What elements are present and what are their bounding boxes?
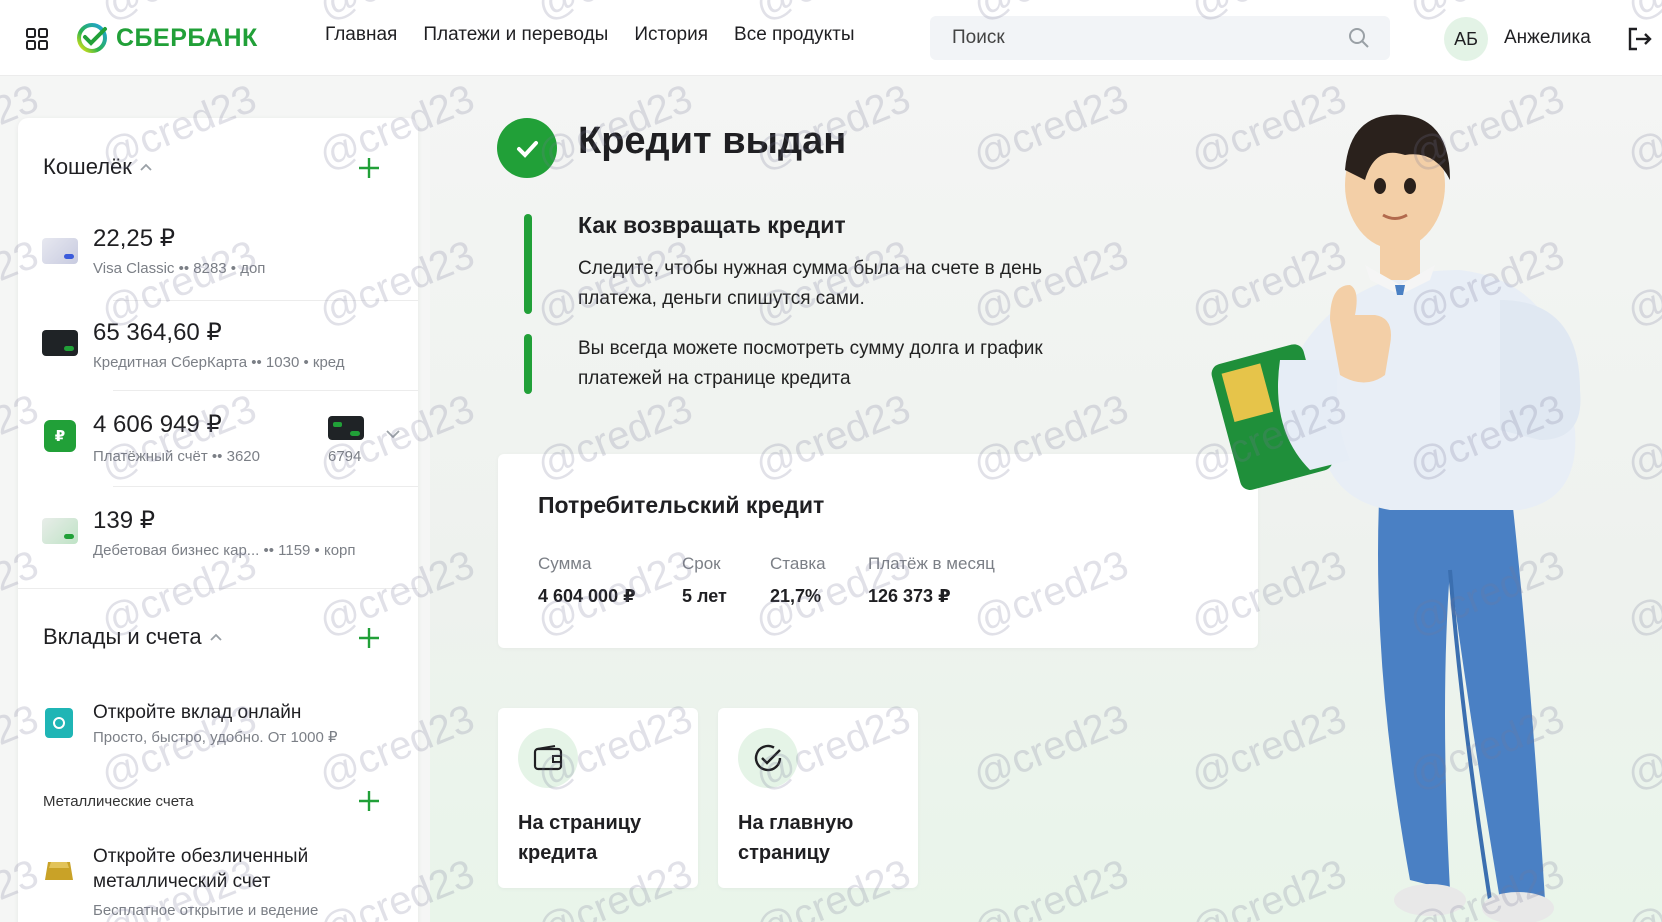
search-input[interactable] <box>930 16 1350 60</box>
repay-title: Как возвращать кредит <box>578 212 846 238</box>
card-black-icon <box>42 330 78 356</box>
section-divider <box>18 588 418 589</box>
deposits-title: Вклады и счета <box>43 624 202 649</box>
nav-main[interactable]: Главная <box>325 24 397 46</box>
divider <box>113 486 418 487</box>
check-circle-icon <box>738 728 798 788</box>
divider <box>113 300 418 301</box>
nav-payments[interactable]: Платежи и переводы <box>423 24 608 46</box>
account-subtitle: Visa Classic •• 8283 • доп <box>93 260 266 277</box>
nav-all-products[interactable]: Все продукты <box>734 24 855 46</box>
account-subtitle: Кредитная СберКарта •• 1030 • кред <box>93 354 345 371</box>
deposits-header[interactable]: Вклады и счета <box>43 624 222 650</box>
metal-promo-subtitle: Бесплатное открытие и ведение <box>93 902 319 919</box>
metal-accounts-label: Металлические счета <box>43 793 194 810</box>
linked-card-icon[interactable] <box>328 416 364 440</box>
account-subtitle: Платёжный счёт •• 3620 <box>93 448 260 465</box>
step-indicator <box>524 334 532 394</box>
character-illustration <box>1211 114 1581 922</box>
top-header: СБЕРБАНК Главная Платежи и переводы Исто… <box>0 0 1662 76</box>
step-indicator <box>524 214 532 314</box>
wallet-title: Кошелёк <box>43 154 132 179</box>
avatar[interactable]: АБ <box>1444 17 1488 61</box>
account-subtitle: Дебетовая бизнес кар... •• 1159 • корп <box>93 542 356 559</box>
account-amount: 139 ₽ <box>93 507 155 534</box>
rate-value: 21,7% <box>770 586 822 606</box>
gold-bar-icon <box>45 862 73 880</box>
sber-logo-icon <box>77 23 107 53</box>
apps-grid-icon[interactable] <box>26 28 48 50</box>
ruble-account-icon: ₽ <box>44 420 76 452</box>
sum-label: Сумма <box>538 554 592 573</box>
search-icon[interactable] <box>1348 27 1370 49</box>
credit-payment: Платёж в месяц 126 373 ₽ <box>868 554 995 607</box>
username[interactable]: Анжелика <box>1504 27 1591 49</box>
sum-value: 4 604 000 ₽ <box>538 586 636 606</box>
credit-rate: Ставка 21,7% <box>770 554 826 607</box>
main-nav: Главная Платежи и переводы История Все п… <box>325 24 881 46</box>
tile-label: На страницу кредита <box>518 812 642 864</box>
divider <box>113 390 418 391</box>
credit-sum: Сумма 4 604 000 ₽ <box>538 554 636 607</box>
metal-promo-title: Откройте обезличенный металлический счет <box>93 846 309 892</box>
account-amount: 65 364,60 ₽ <box>93 319 222 346</box>
page-title: Кредит выдан <box>578 120 847 162</box>
credit-type: Потребительский кредит <box>538 492 825 518</box>
promo-subtitle: Просто, быстро, удобно. От 1000 ₽ <box>93 729 338 746</box>
term-value: 5 лет <box>682 586 727 606</box>
open-metal-promo[interactable]: Откройте обезличенный металлический счет… <box>18 842 418 922</box>
credit-summary-card: Потребительский кредит Сумма 4 604 000 ₽… <box>498 454 1258 648</box>
payment-value: 126 373 ₽ <box>868 586 951 606</box>
chevron-down-icon[interactable] <box>386 430 400 439</box>
repay-step-2: Вы всегда можете посмотреть сумму долга … <box>578 338 1043 389</box>
search-box <box>930 16 1390 60</box>
logout-icon[interactable] <box>1626 26 1652 52</box>
credit-term: Срок 5 лет <box>682 554 727 607</box>
account-amount: 22,25 ₽ <box>93 225 175 252</box>
wallet-header[interactable]: Кошелёк <box>43 154 152 180</box>
promo-title: Откройте вклад онлайн <box>93 702 302 723</box>
tile-label: На главную страницу <box>738 812 854 864</box>
success-check-icon <box>497 118 557 178</box>
payment-label: Платёж в месяц <box>868 554 995 573</box>
safe-icon <box>45 708 73 738</box>
linked-card-number: 6794 <box>328 448 362 465</box>
nav-history[interactable]: История <box>634 24 708 46</box>
open-deposit-promo[interactable]: Откройте вклад онлайн Просто, быстро, уд… <box>18 698 418 768</box>
logo-text: СБЕРБАНК <box>116 23 258 52</box>
card-business-icon <box>42 518 78 544</box>
add-wallet-plus-icon[interactable] <box>358 157 380 179</box>
account-item[interactable]: 65 364,60 ₽ Кредитная СберКарта •• 1030 … <box>18 300 418 390</box>
add-metal-plus-icon[interactable] <box>358 790 380 812</box>
go-to-home-button[interactable]: На главную страницу <box>718 708 918 888</box>
add-deposit-plus-icon[interactable] <box>358 627 380 649</box>
account-item[interactable]: 22,25 ₽ Visa Classic •• 8283 • доп <box>18 210 418 300</box>
rate-label: Ставка <box>770 554 826 573</box>
account-item[interactable]: 139 ₽ Дебетовая бизнес кар... •• 1159 • … <box>18 486 418 576</box>
sberbank-logo[interactable]: СБЕРБАНК <box>76 20 258 56</box>
sidebar: Кошелёк 22,25 ₽ Visa Classic •• 8283 • д… <box>18 118 418 922</box>
card-grey-icon <box>42 238 78 264</box>
go-to-credit-button[interactable]: На страницу кредита <box>498 708 698 888</box>
repay-step-1: Следите, чтобы нужная сумма была на счет… <box>578 258 1043 309</box>
account-amount: 4 606 949 ₽ <box>93 411 222 438</box>
term-label: Срок <box>682 554 721 573</box>
chevron-up-icon <box>209 633 222 641</box>
chevron-up-icon <box>140 163 152 171</box>
wallet-icon <box>518 728 578 788</box>
